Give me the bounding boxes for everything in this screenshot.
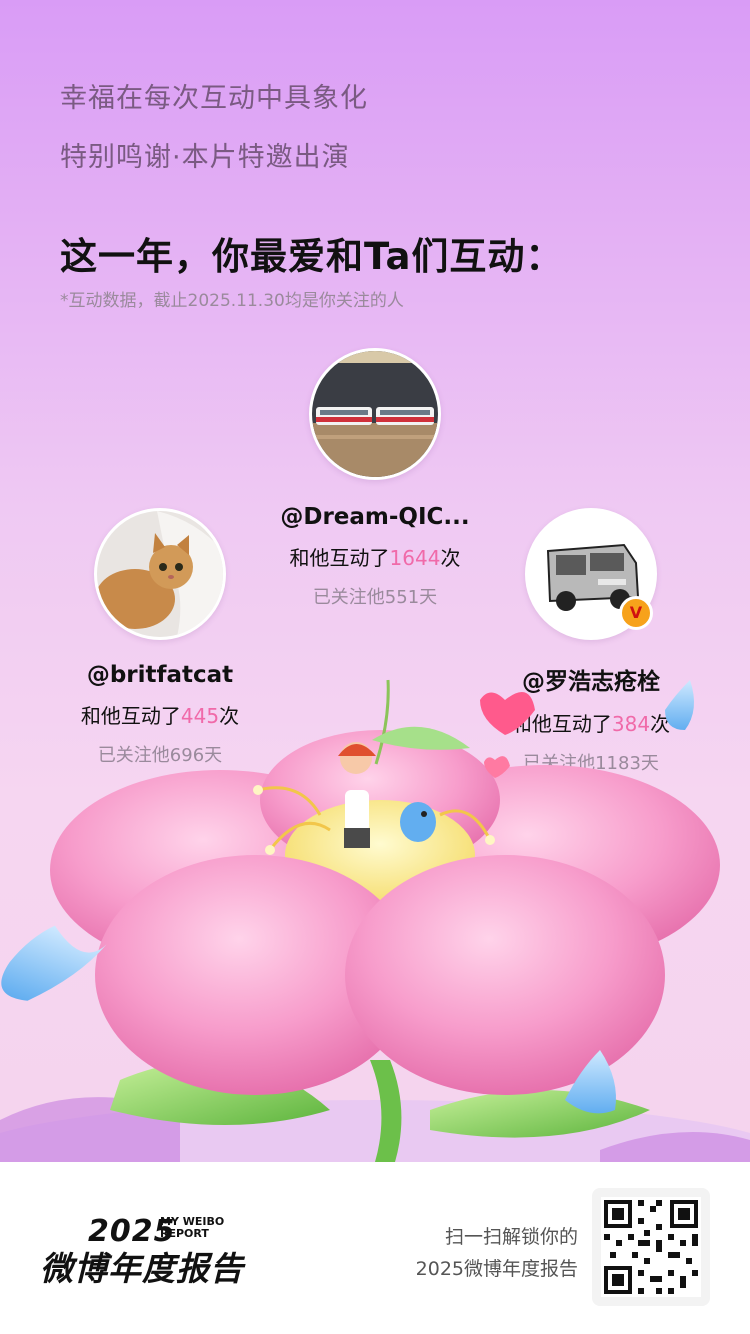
qr-code-graphic xyxy=(601,1197,701,1297)
brand-logo-text: 微博年度报告 xyxy=(40,1249,244,1288)
bus-photo-image xyxy=(312,351,438,477)
cta-line-1: 扫一扫解锁你的 xyxy=(444,1226,578,1248)
count-number: 1644 xyxy=(389,546,441,570)
intro-line-2: 特别鸣谢·本片特邀出演 xyxy=(60,142,350,173)
cat-photo-image xyxy=(97,511,223,637)
page-title: 这一年，你最爱和Ta们互动： xyxy=(60,235,564,278)
flower-illustration xyxy=(0,679,750,1162)
avatar-bus-photo[interactable] xyxy=(309,348,441,480)
avatar-cat-photo[interactable] xyxy=(94,508,226,640)
intro-line-1: 幸福在每次互动中具象化 xyxy=(60,83,368,114)
qr-code-icon[interactable] xyxy=(592,1188,710,1306)
verified-badge-icon: V xyxy=(619,596,653,630)
annual-report-card: 幸福在每次互动中具象化 特别鸣谢·本片特邀出演 这一年，你最爱和Ta们互动： *… xyxy=(0,0,750,1334)
brand-en: MY WEIBO REPORT xyxy=(160,1215,225,1240)
footer-bar: 2025 MY WEIBO REPORT 微博年度报告 扫一扫解锁你的 2025微… xyxy=(0,1162,750,1334)
cta-line-2: 2025微博年度报告 xyxy=(415,1258,578,1280)
data-note: *互动数据，截止2025.11.30均是你关注的人 xyxy=(60,291,404,311)
